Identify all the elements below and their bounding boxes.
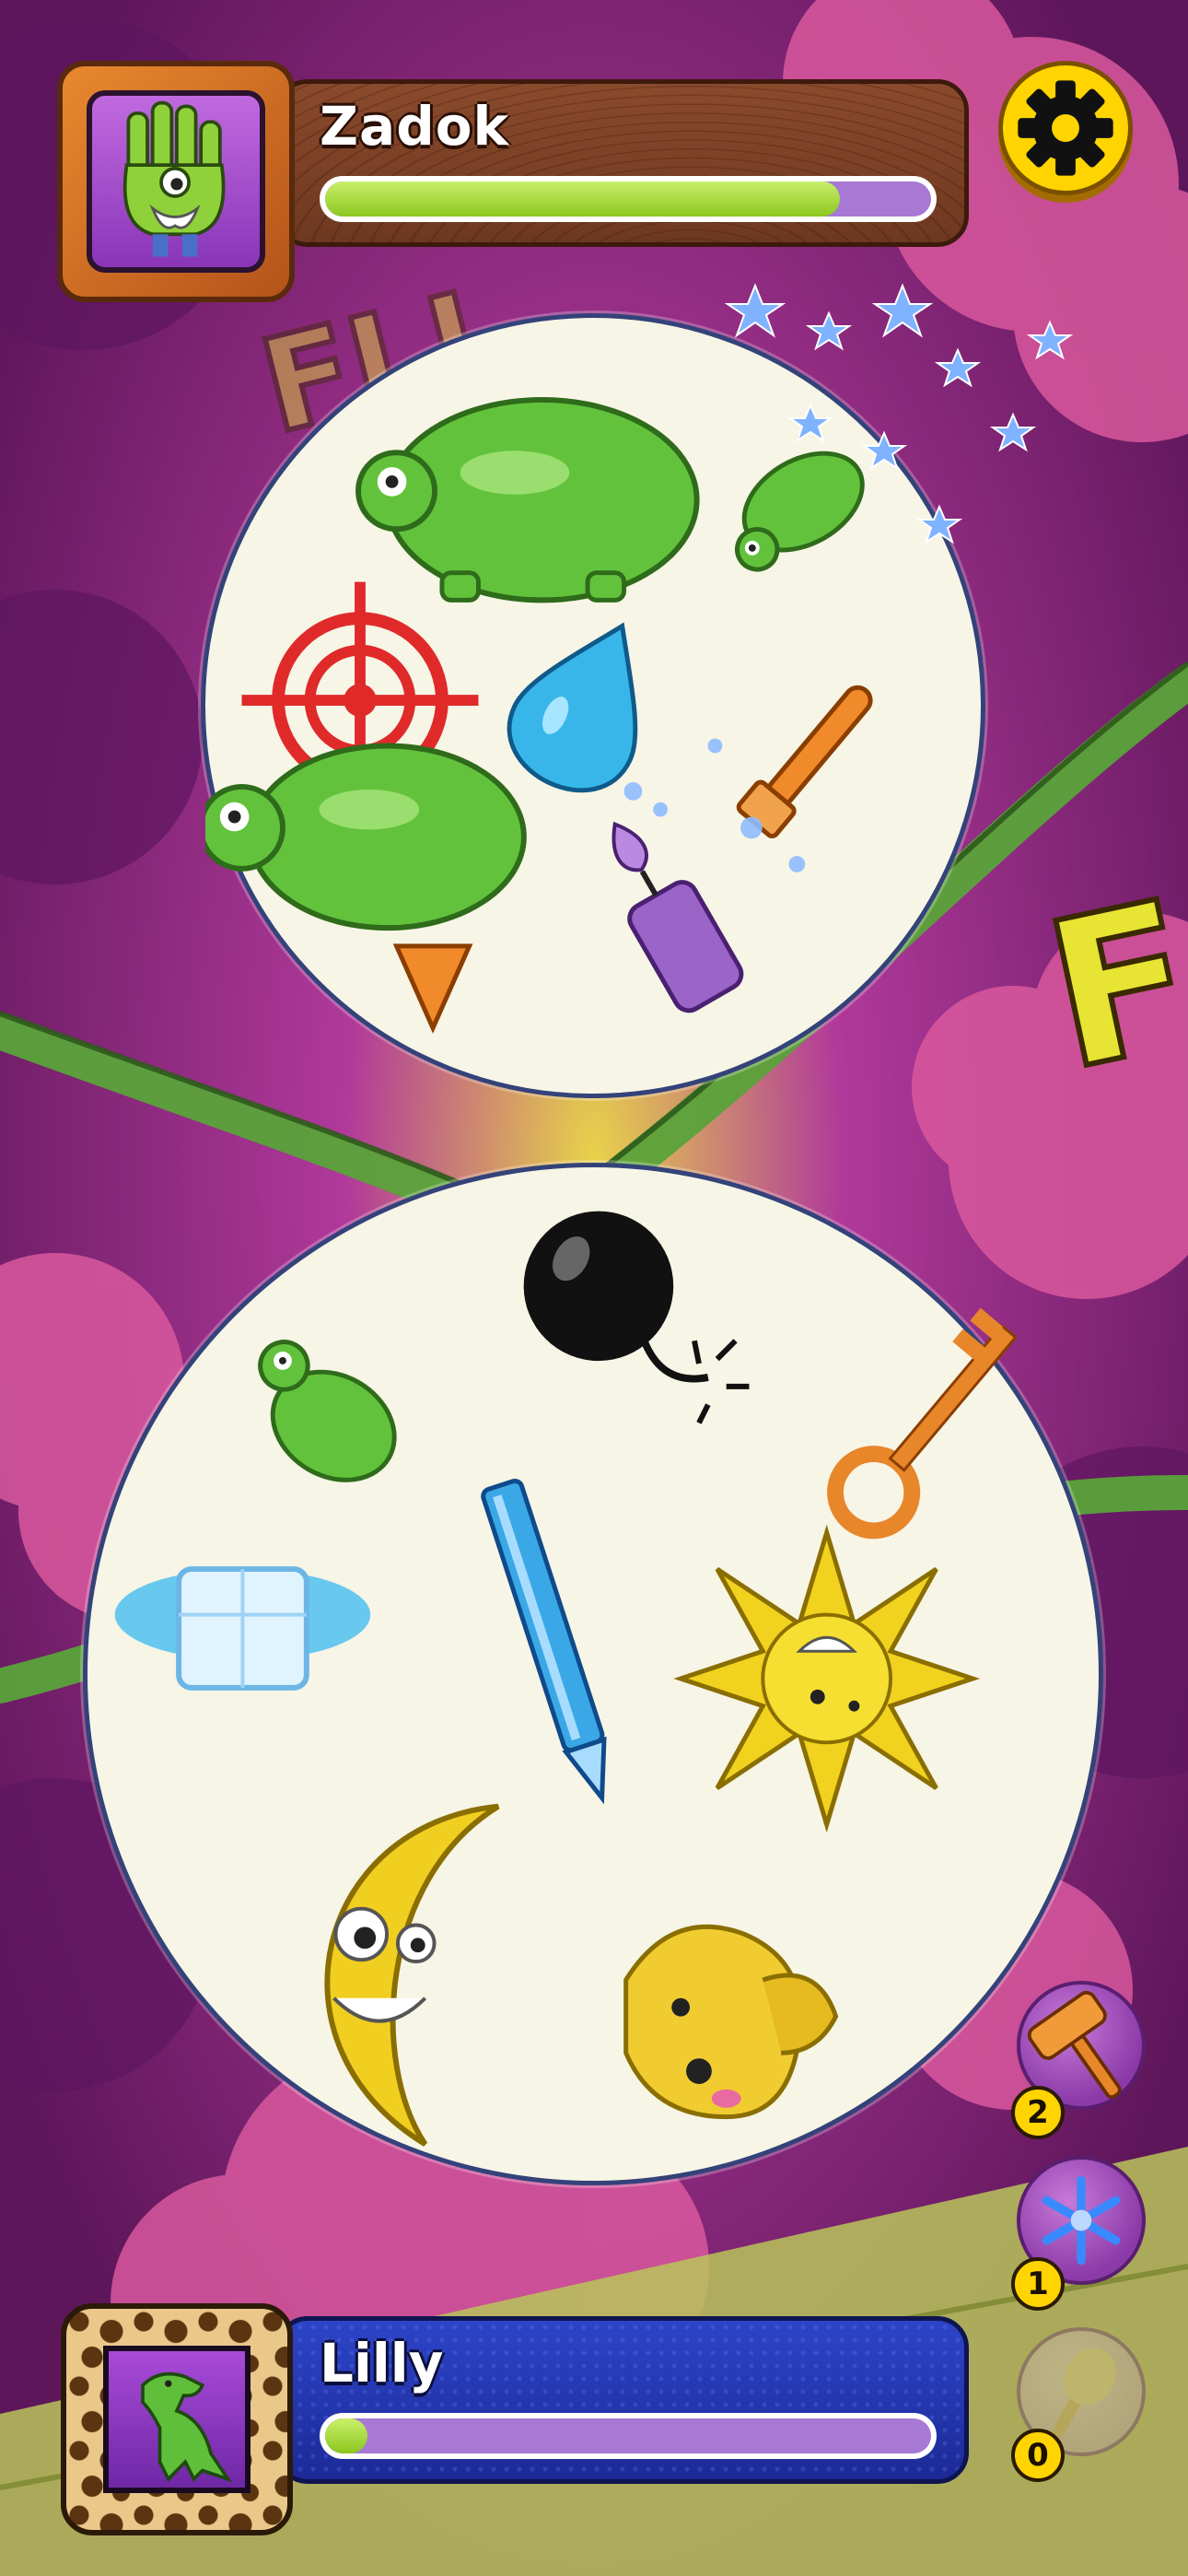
player-panel: Lilly <box>276 2316 969 2484</box>
candle-icon[interactable] <box>583 806 746 1016</box>
carrot-icon[interactable] <box>392 943 473 1034</box>
sun-icon[interactable] <box>673 1524 981 1833</box>
player-progress-track <box>325 2418 931 2453</box>
opponent-name: Zadok <box>320 95 510 158</box>
turtle-icon[interactable] <box>205 743 527 931</box>
powerup-freeze-count: 1 <box>1011 2257 1065 2311</box>
opponent-progress-bar <box>320 176 937 222</box>
dinosaur-icon <box>141 2371 233 2483</box>
opponent-panel: Zadok <box>276 79 969 247</box>
ice-cube-icon[interactable] <box>114 1566 371 1691</box>
bomb-icon[interactable] <box>523 1211 750 1424</box>
key-icon[interactable] <box>820 1306 1038 1546</box>
player-avatar <box>103 2346 250 2493</box>
opponent-avatar <box>87 90 265 273</box>
player-name: Lilly <box>320 2332 444 2395</box>
player-progress-fill <box>325 2418 368 2453</box>
player-card <box>83 1163 1103 2185</box>
sparkle-trail <box>724 283 1074 544</box>
paintbrush-icon[interactable] <box>736 675 884 838</box>
settings-button[interactable] <box>998 61 1133 195</box>
powerup-wand-count: 0 <box>1011 2429 1065 2482</box>
turtle-icon[interactable] <box>225 1333 414 1501</box>
water-drop-icon[interactable] <box>492 599 681 810</box>
moon-icon[interactable] <box>324 1803 500 2147</box>
dog-icon[interactable] <box>623 1924 839 2120</box>
player-avatar-frame <box>61 2303 293 2535</box>
opponent-progress-track <box>325 181 931 217</box>
powerup-hammer-count: 2 <box>1011 2086 1065 2139</box>
turtle-icon[interactable] <box>355 396 700 603</box>
opponent-progress-fill <box>325 181 841 217</box>
opponent-avatar-frame <box>57 61 295 302</box>
hand-monster-icon <box>122 100 226 257</box>
gear-icon <box>1018 80 1113 176</box>
player-progress-bar <box>320 2413 937 2459</box>
pencil-icon[interactable] <box>481 1479 622 1805</box>
